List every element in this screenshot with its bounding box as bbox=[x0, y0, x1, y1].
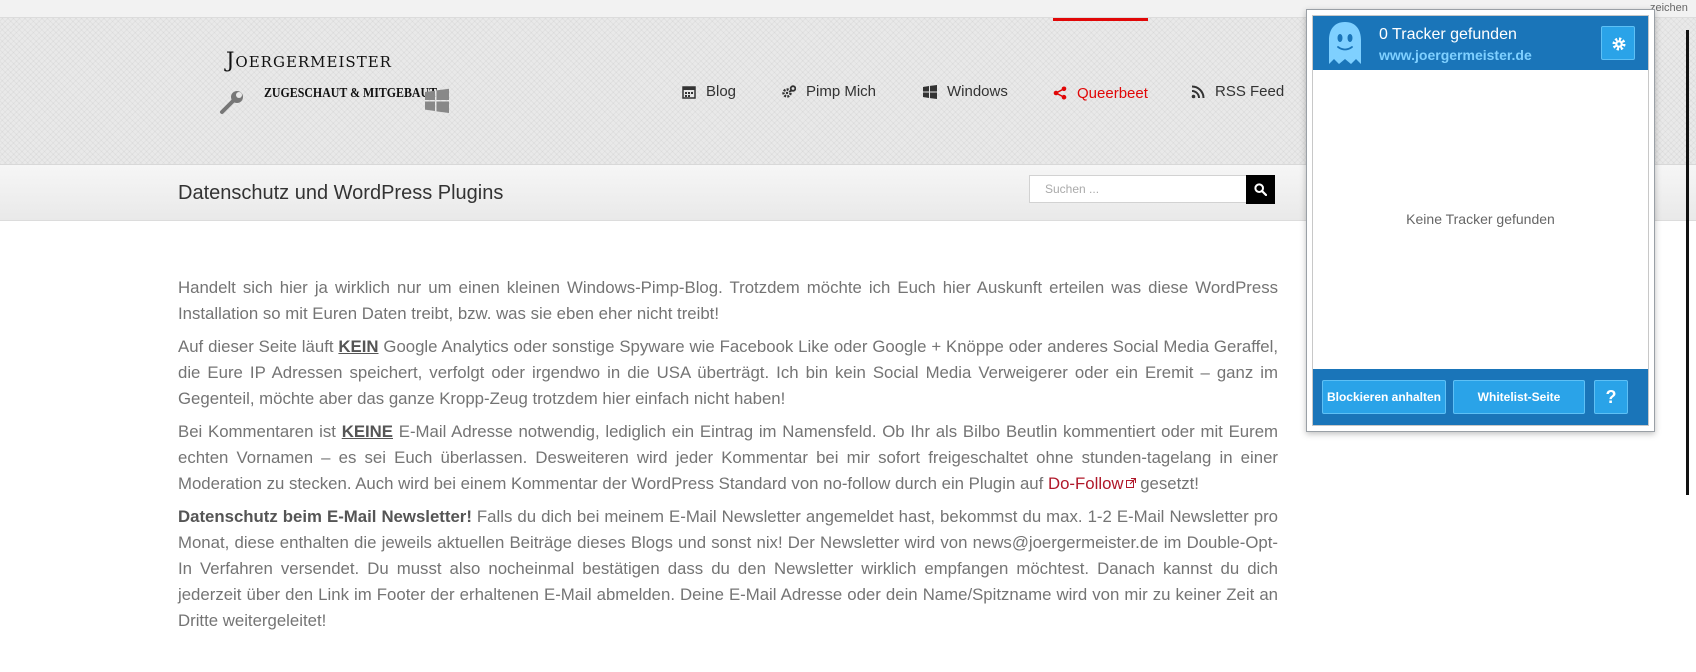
rss-icon bbox=[1191, 85, 1205, 98]
page-scrollbar[interactable] bbox=[1686, 30, 1689, 495]
search-button[interactable] bbox=[1246, 175, 1275, 204]
search-icon bbox=[1254, 183, 1267, 196]
no-trackers-message: Keine Tracker gefunden bbox=[1406, 211, 1555, 227]
paragraph-no-analytics: Auf dieser Seite läuft KEIN Google Analy… bbox=[178, 334, 1278, 412]
calendar-icon bbox=[682, 85, 696, 99]
search-input[interactable] bbox=[1029, 175, 1247, 203]
gear-icon bbox=[1612, 37, 1626, 51]
page-title: Datenschutz und WordPress Plugins bbox=[178, 182, 504, 204]
paragraph-intro: Handelt sich hier ja wirklich nur um ein… bbox=[178, 278, 1278, 323]
ghostery-panel: 0 Tracker gefunden www.joergermeister.de… bbox=[1312, 15, 1649, 426]
external-link-icon bbox=[1125, 478, 1136, 488]
ghost-icon bbox=[1329, 22, 1361, 64]
nav-item-pimp-mich[interactable]: Pimp Mich bbox=[782, 18, 876, 165]
current-site: www.joergermeister.de bbox=[1379, 47, 1532, 63]
paragraph-newsletter: Datenschutz beim E-Mail Newsletter! Fall… bbox=[178, 504, 1278, 634]
settings-button[interactable] bbox=[1601, 26, 1635, 60]
pause-blocking-button[interactable]: Blockieren anhalten bbox=[1322, 380, 1446, 414]
emphasis-kein: KEIN bbox=[338, 337, 379, 356]
tracker-count: 0 Tracker gefunden bbox=[1379, 26, 1517, 43]
do-follow-link-label: Do-Follow bbox=[1047, 474, 1124, 493]
nav-label-rss-feed: RSS Feed bbox=[1215, 83, 1285, 100]
help-button[interactable]: ? bbox=[1594, 380, 1628, 414]
newsletter-heading: Datenschutz beim E-Mail Newsletter! bbox=[178, 507, 472, 526]
whitelist-site-button[interactable]: Whitelist-Seite bbox=[1453, 380, 1585, 414]
nav-label-queerbeet: Queerbeet bbox=[1077, 84, 1148, 102]
logo-subtitle: ZUGESCHAUT & MITGEBAUT bbox=[264, 86, 438, 101]
nav-item-queerbeet[interactable]: Queerbeet bbox=[1053, 18, 1148, 165]
windows-icon bbox=[923, 84, 937, 99]
emphasis-keine: KEINE bbox=[341, 422, 393, 441]
nav-label-windows: Windows bbox=[947, 83, 1008, 100]
logo-title: Joergermeister bbox=[226, 48, 392, 72]
nav-item-windows[interactable]: Windows bbox=[923, 18, 1008, 165]
nav-label-blog: Blog bbox=[706, 83, 737, 100]
ghostery-header: 0 Tracker gefunden www.joergermeister.de bbox=[1313, 16, 1648, 70]
browser-hint-text: zeichen bbox=[1650, 2, 1688, 14]
nav-item-blog[interactable]: Blog bbox=[682, 18, 736, 165]
text-segment: gesetzt! bbox=[1135, 474, 1199, 493]
nav-item-rss-feed[interactable]: RSS Feed bbox=[1191, 18, 1284, 165]
text-segment: Bei Kommentaren ist bbox=[178, 422, 342, 441]
do-follow-link[interactable]: Do-Follow bbox=[1048, 474, 1136, 493]
windows-logo-icon bbox=[425, 88, 449, 113]
paragraph-comments: Bei Kommentaren ist KEINE E-Mail Adresse… bbox=[178, 419, 1278, 497]
share-icon bbox=[1053, 86, 1067, 100]
article-content: Handelt sich hier ja wirklich nur um ein… bbox=[178, 275, 1278, 641]
site-logo[interactable]: Joergermeister ZUGESCHAUT & MITGEBAUT bbox=[214, 48, 464, 138]
wrench-icon bbox=[220, 91, 243, 114]
gears-icon bbox=[782, 84, 796, 98]
ghostery-footer: Blockieren anhalten Whitelist-Seite ? bbox=[1313, 369, 1648, 425]
nav-label-pimp-mich: Pimp Mich bbox=[806, 83, 877, 100]
text-segment: Auf dieser Seite läuft bbox=[178, 337, 339, 356]
ghostery-popup: 0 Tracker gefunden www.joergermeister.de… bbox=[1306, 9, 1655, 432]
